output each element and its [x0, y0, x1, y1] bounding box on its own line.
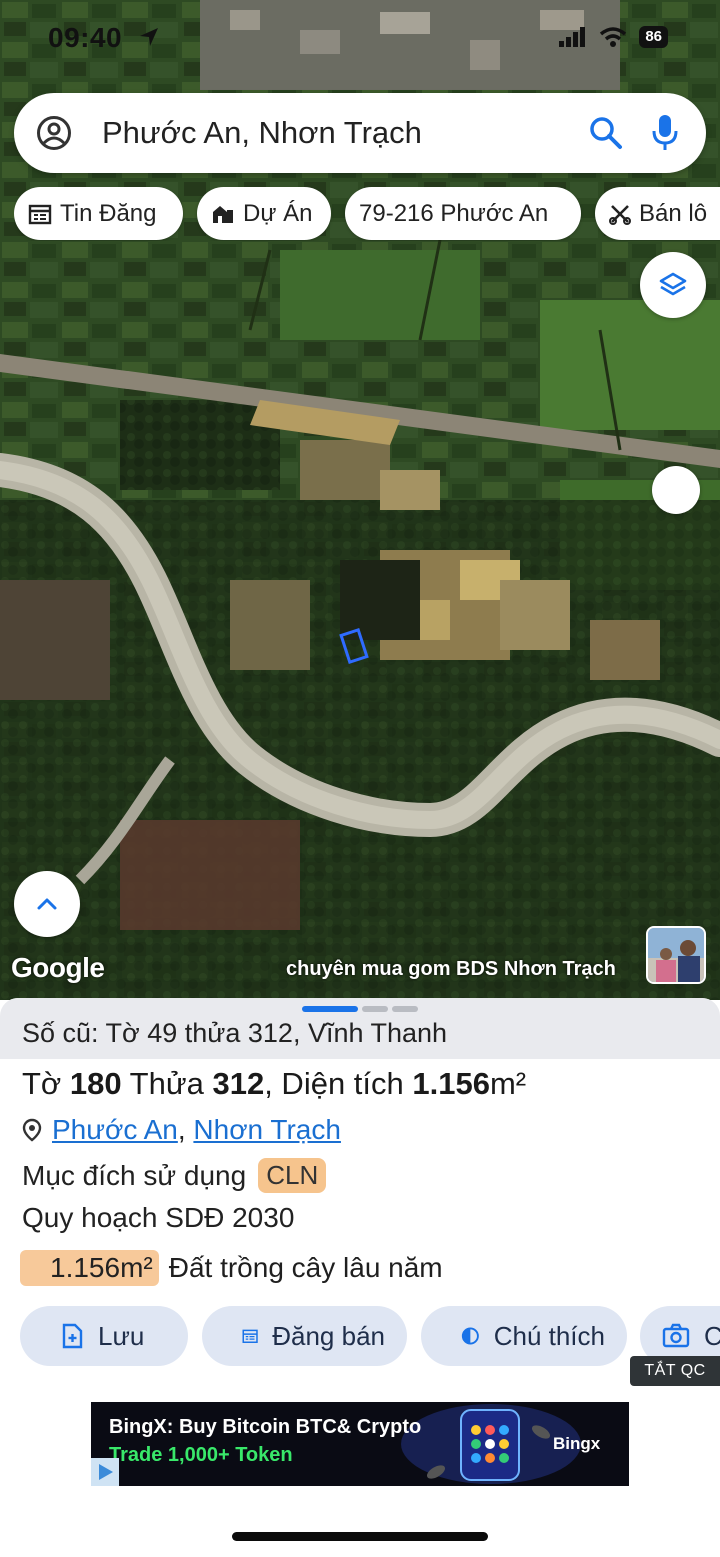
- battery-indicator: 86: [639, 26, 668, 48]
- zoning-row: 1.156m² Đất trồng cây lâu năm: [20, 1250, 443, 1286]
- hide-ads-button[interactable]: TẮT QC: [630, 1356, 720, 1386]
- chip-label: 79-216 Phước An: [359, 199, 549, 227]
- ward-link[interactable]: Phước An: [52, 1114, 178, 1145]
- action-buttons: Lưu Đăng bán Chú thích C: [0, 1306, 720, 1368]
- status-bar: 09:40 86: [0, 0, 720, 80]
- filter-chips: Tin Đăng Dự Án 79-216 Phước An Bán lô: [14, 187, 720, 241]
- chip-ban-lo[interactable]: Bán lô: [595, 187, 720, 240]
- status-time: 09:40: [48, 22, 123, 53]
- old-reference-bar: Số cũ: Tờ 49 thửa 312, Vĩnh Thanh: [0, 998, 720, 1059]
- location-pin-icon: [22, 1118, 42, 1142]
- google-logo: Google: [11, 952, 105, 983]
- area-value: 1.156: [412, 1066, 490, 1101]
- action-label: C: [704, 1320, 720, 1351]
- add-document-icon: [62, 1323, 83, 1349]
- post-for-sale-button[interactable]: Đăng bán: [202, 1306, 407, 1366]
- scissors-icon: [609, 204, 631, 225]
- map-caption: chuyên mua gom BDS Nhơn Trạch: [286, 958, 616, 980]
- chip-du-an[interactable]: Dự Án: [197, 187, 331, 240]
- zoning-area-badge: 1.156m²: [20, 1250, 159, 1286]
- page-indicator[interactable]: [362, 1006, 388, 1012]
- action-label: Chú thích: [493, 1320, 605, 1351]
- purpose-label: Mục đích sử dụng: [22, 1159, 247, 1191]
- zoning-label: Đất trồng cây lâu năm: [168, 1252, 443, 1283]
- district-link[interactable]: Nhơn Trạch: [193, 1114, 341, 1145]
- land-use-purpose: Mục đích sử dụng CLN: [22, 1158, 327, 1193]
- search-bar[interactable]: Phước An, Nhơn Trạch: [14, 93, 706, 173]
- user-photo-thumbnail[interactable]: [646, 926, 706, 984]
- expand-up-button[interactable]: [14, 871, 80, 937]
- photo-image: [648, 928, 704, 982]
- planning-title: Quy hoạch SDĐ 2030: [22, 1202, 295, 1233]
- chip-tin-dang[interactable]: Tin Đăng: [14, 187, 183, 240]
- status-indicators: 86: [559, 26, 668, 48]
- area-unit: m²: [489, 1066, 527, 1101]
- action-label: Lưu: [98, 1320, 145, 1351]
- purpose-code-badge: CLN: [258, 1158, 327, 1193]
- ad-banner[interactable]: BingX: Buy Bitcoin BTC& Crypto Trade 1,0…: [91, 1402, 629, 1486]
- map-control-button[interactable]: [652, 466, 700, 514]
- ad-brand: Bingx: [553, 1434, 601, 1453]
- sheet-number: 180: [69, 1066, 122, 1101]
- building-icon: [213, 205, 233, 223]
- signal-icon: [559, 27, 586, 47]
- area-label: , Diện tích: [264, 1066, 413, 1101]
- chip-79-216-phuoc-an[interactable]: 79-216 Phước An: [345, 187, 581, 240]
- action-label: Đăng bán: [272, 1320, 385, 1351]
- search-input[interactable]: Phước An, Nhơn Trạch: [102, 115, 422, 151]
- ad-choices-icon[interactable]: [91, 1458, 119, 1486]
- calendar-list-icon: [242, 1329, 258, 1343]
- chip-label: Tin Đăng: [60, 199, 157, 227]
- location-separator: ,: [177, 1114, 186, 1145]
- layers-icon: [659, 272, 687, 296]
- parcel-number: 312: [212, 1066, 265, 1101]
- sheet-label: Tờ: [22, 1066, 70, 1101]
- save-button[interactable]: Lưu: [20, 1306, 188, 1366]
- map-view[interactable]: 09:40 86 Phước An, Nhơn Trạch Tin Đăng D…: [0, 0, 720, 1000]
- layers-button[interactable]: [640, 252, 706, 318]
- chip-label: Dự Án: [243, 199, 313, 227]
- page-indicator[interactable]: [392, 1006, 418, 1012]
- calendar-list-icon: [28, 204, 52, 224]
- parcel-info-sheet: Số cũ: Tờ 49 thửa 312, Vĩnh Thanh Tờ 180…: [0, 998, 720, 1557]
- ad-subheadline: Trade 1,000+ Token: [109, 1444, 293, 1466]
- microphone-icon[interactable]: [650, 113, 680, 153]
- camera-icon: [662, 1323, 690, 1348]
- old-reference-text: Số cũ: Tờ 49 thửa 312, Vĩnh Thanh: [22, 1018, 448, 1048]
- ad-headline: BingX: Buy Bitcoin BTC& Crypto: [109, 1416, 422, 1438]
- contrast-icon: [461, 1327, 479, 1345]
- parcel-label: Thửa: [121, 1066, 213, 1101]
- home-indicator[interactable]: [232, 1532, 488, 1541]
- location-row: Phước An, Nhơn Trạch: [22, 1114, 341, 1146]
- account-icon[interactable]: [36, 115, 72, 151]
- chevron-up-icon: [37, 898, 57, 910]
- search-icon[interactable]: [588, 115, 624, 151]
- chip-label: Bán lô: [639, 199, 708, 227]
- legend-button[interactable]: Chú thích: [421, 1306, 627, 1366]
- wifi-icon: [600, 27, 627, 47]
- location-arrow-icon: [140, 28, 158, 46]
- parcel-title: Tờ 180 Thửa 312, Diện tích 1.156m²: [22, 1066, 526, 1102]
- page-indicator-active[interactable]: [302, 1006, 358, 1012]
